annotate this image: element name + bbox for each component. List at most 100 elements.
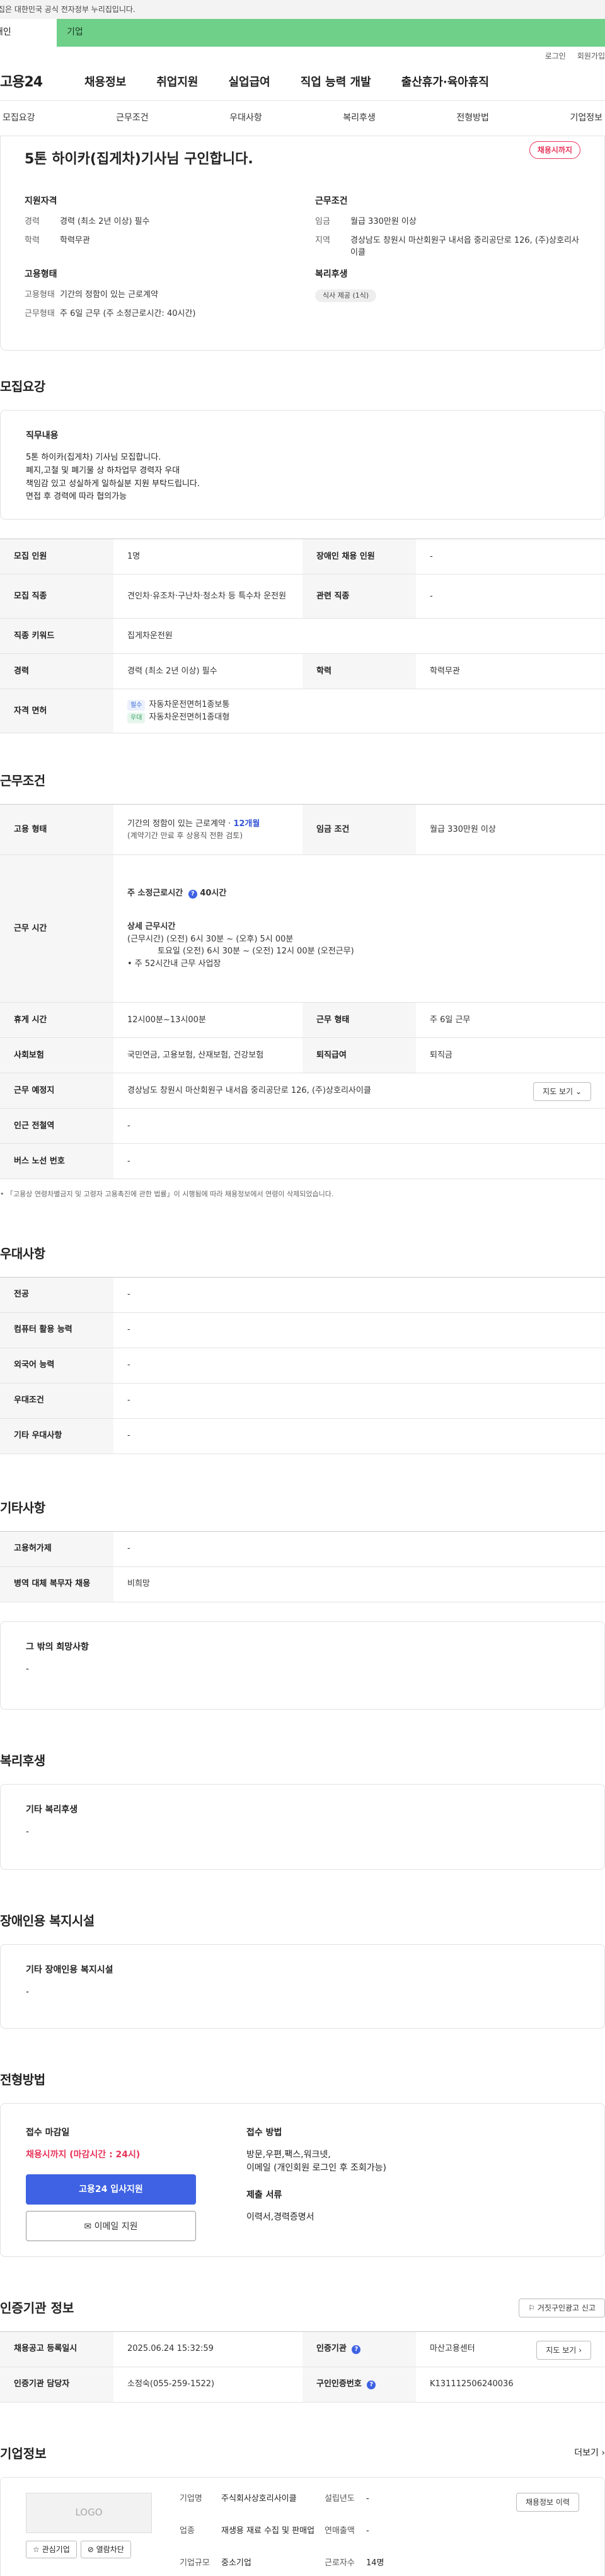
other-wish-value: -	[26, 1664, 30, 1674]
tab-preference[interactable]: 우대사항	[227, 112, 265, 125]
gnb-item-jobs[interactable]: 채용정보	[69, 74, 141, 91]
login-link[interactable]: 로그인	[545, 50, 566, 64]
gnb-item-support[interactable]: 취업지원	[141, 74, 213, 91]
wage2-value: 월급 330만원 이상	[416, 804, 605, 855]
major-value: -	[113, 1277, 605, 1313]
history-button[interactable]: 채용정보 이력	[516, 2492, 579, 2512]
more-link[interactable]: 더보기 ›	[574, 2447, 605, 2460]
join-link[interactable]: 회원가입	[577, 50, 605, 64]
etc-table: 고용허가제 - 병역 대체 복무자 채용 비희망	[0, 1530, 605, 1602]
duty-line: 책임감 있고 성실하게 일하실분 지원 부탁드립니다.	[26, 479, 200, 489]
section-pref-title: 우대사항	[0, 1245, 45, 1261]
job-summary-card: 5톤 하이카(집게차)기사님 구인합니다. 채용시까지 지원자격 경력 경력 (최…	[0, 136, 605, 351]
gnb-item-leave[interactable]: 출산휴가·육아휴직	[386, 74, 504, 91]
hours-detail-title: 상세 근무시간	[127, 922, 176, 932]
gnb-item-unemployment[interactable]: 실업급여	[214, 74, 285, 91]
qual-heading: 지원자격	[25, 196, 57, 206]
prefcond-value: -	[113, 1383, 605, 1419]
count-label: 모집 인원	[0, 539, 113, 574]
welfare-box-title: 기타 복리후생	[26, 1804, 78, 1815]
redu-value: 학력무관	[416, 653, 605, 689]
hours-line: (근무시간) (오전) 6시 30분 ~ (오후) 5시 00분	[127, 934, 294, 944]
apply-button[interactable]: 고용24 입사지원	[26, 2174, 196, 2205]
lang-label: 외국어 능력	[0, 1348, 113, 1384]
report-button[interactable]: ⚐ 거짓구인광고 신고	[519, 2298, 605, 2317]
welfare-chip: 식사 제공 (1식)	[315, 289, 377, 302]
severance-label: 퇴직급여	[302, 1037, 416, 1073]
bus-label: 버스 노선 번호	[0, 1143, 113, 1179]
cname-label: 기업명	[180, 2493, 202, 2503]
company-info: 기업명 주식회사상호리사이클 설립년도 - 업종 재생용 재료 수집 및 판매업 연매…	[180, 2493, 442, 2576]
job-title: 5톤 하이카(집게차)기사님 구인합니다.	[25, 151, 253, 167]
staff-value: 14명	[366, 2558, 384, 2568]
subway-value: -	[113, 1108, 605, 1144]
hours-week-label: 주 소정근로시간	[127, 888, 183, 898]
required-tag: 필수	[127, 700, 146, 711]
section-welfare-title: 복리후생	[0, 1752, 45, 1768]
insurance-value: 국민연금, 고용보험, 산재보험, 건강보험	[113, 1037, 302, 1073]
welfare-box-value: -	[26, 1826, 30, 1837]
license-label: 자격 면허	[0, 689, 113, 733]
license-required: 자동차운전면허1종보통	[149, 700, 230, 709]
emptype-label: 고용형태	[25, 290, 55, 300]
gnb-item-training[interactable]: 직업 능력 개발	[285, 74, 386, 91]
docs-value: 이력서,경력증명서	[246, 2212, 314, 2222]
cert-table: 채용공고 등록일시 2025.06.24 15:32:59 인증기관 ? 마산고용…	[0, 2331, 605, 2403]
top-tabs: 개인 기업	[0, 19, 605, 47]
favorite-button[interactable]: ☆ 관심기업	[26, 2540, 77, 2558]
welfare-heading: 복리후생	[315, 269, 348, 279]
contract-term: 12개월	[233, 819, 260, 829]
tab-selection[interactable]: 전형방법	[454, 112, 492, 125]
cond-heading: 근무조건	[315, 196, 348, 206]
tab-business[interactable]: 기업	[57, 19, 605, 47]
computer-value: -	[113, 1312, 605, 1348]
help-icon[interactable]: ?	[188, 889, 197, 899]
deadline-title: 접수 마감일	[26, 2127, 70, 2138]
major-label: 전공	[0, 1277, 113, 1313]
org-map-button[interactable]: 지도 보기 ›	[536, 2340, 591, 2360]
facility-box: 기타 장애인용 복지시설 -	[0, 1944, 605, 2029]
method-title: 접수 방법	[246, 2127, 282, 2138]
rcareer-label: 경력	[0, 653, 113, 689]
emptype-value: 기간의 정함이 있는 근로계약	[60, 290, 158, 300]
reg-label: 채용공고 등록일시	[0, 2331, 113, 2367]
section-apply-title: 전형방법	[0, 2072, 45, 2087]
gov-banner: 이 누리집은 대한민국 공식 전자정부 누리집입니다.	[0, 0, 605, 19]
docs-title: 제출 서류	[246, 2189, 282, 2200]
recruit-table: 모집 인원 1명 장애인 채용 인원 - 모집 직종 견인차·유조차·구난차·청소차 …	[0, 539, 605, 733]
keyword-label: 직종 키워드	[0, 618, 113, 654]
facility-box-value: -	[26, 1986, 30, 1997]
help-icon[interactable]: ?	[367, 2381, 376, 2390]
help-icon[interactable]: ?	[352, 2345, 361, 2355]
section-tabs: 모집요강 근무조건 우대사항 복리후생 전형방법 기업정보	[0, 101, 605, 136]
apply-card: 접수 마감일 채용시까지 (마감시간 : 24시) 고용24 입사지원 ✉ 이메…	[0, 2102, 605, 2257]
emp-heading: 고용형태	[25, 269, 57, 279]
tab-welfare[interactable]: 복리후생	[340, 112, 378, 125]
tab-recruit[interactable]: 모집요강	[0, 112, 38, 125]
tab-company[interactable]: 기업정보	[567, 112, 605, 125]
block-button[interactable]: ⊘ 열람차단	[80, 2540, 131, 2558]
cname-value: 주식회사상호리사이클	[221, 2493, 297, 2503]
map-button[interactable]: 지도 보기 ⌄	[533, 1082, 591, 1101]
rest-label: 휴게 시간	[0, 1002, 113, 1038]
form-label: 근무 형태	[302, 1002, 416, 1038]
count-value: 1명	[113, 539, 302, 574]
duty-box: 직무내용 5톤 하이카(집게차) 기사님 모집합니다. 폐지,고철 및 폐기물 …	[0, 410, 605, 520]
emptype2-label: 고용 형태	[0, 804, 113, 855]
military-value: 비희망	[113, 1566, 605, 1602]
industry-value: 재생용 재료 수집 및 판매업	[221, 2526, 315, 2536]
mail-icon: ✉	[84, 2221, 92, 2232]
method-value-2: 이메일 (개인회원 로그인 후 조회가능)	[246, 2162, 386, 2173]
section-cert-title: 인증기관 정보	[0, 2300, 74, 2316]
chevron-right-icon: ›	[601, 2448, 605, 2458]
year-value: -	[366, 2493, 369, 2503]
star-icon: ☆	[33, 2544, 40, 2554]
site-logo[interactable]: 고용24	[0, 72, 69, 93]
tab-personal[interactable]: 개인	[0, 19, 57, 47]
severance-value: 퇴직금	[416, 1037, 605, 1073]
emptype2-value: 기간의 정함이 있는 근로계약 ·	[127, 819, 234, 829]
deadline-value: 채용시까지 (마감시간 : 24시)	[26, 2149, 141, 2160]
keyword-value: 집게차운전원	[113, 618, 605, 654]
email-apply-button[interactable]: ✉ 이메일 지원	[26, 2210, 196, 2241]
tab-conditions[interactable]: 근무조건	[113, 112, 151, 125]
